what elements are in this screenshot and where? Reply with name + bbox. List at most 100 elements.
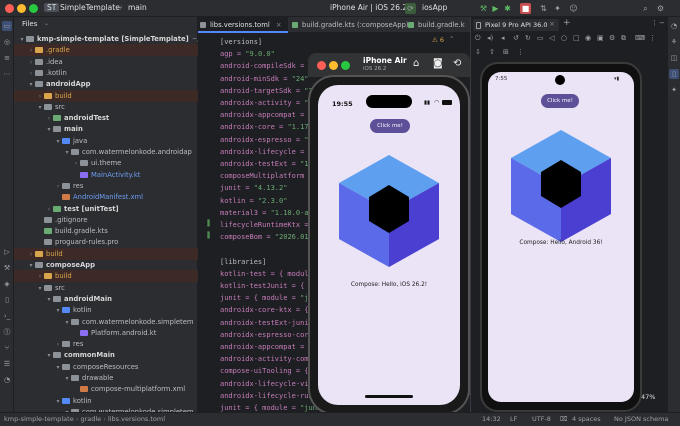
- tab-build-gradle[interactable]: build.gradle.k: [406, 17, 470, 33]
- sim-minimize-button[interactable]: [329, 61, 338, 70]
- tree-item[interactable]: ▾ androidApp: [14, 78, 198, 90]
- tree-item[interactable]: ▾com.watermelonkode.simpletem: [14, 316, 198, 328]
- code-line[interactable]: agp = "9.0.0": [220, 48, 275, 60]
- rotate-left-icon[interactable]: ↺: [513, 34, 519, 42]
- tree-item[interactable]: ▾ main: [14, 123, 198, 135]
- tree-item[interactable]: ▾ java: [14, 135, 198, 147]
- tree-item[interactable]: › .gradle: [14, 44, 198, 57]
- tree-item[interactable]: ▾ composeApp: [14, 259, 198, 271]
- structure-icon[interactable]: ≡: [2, 53, 12, 63]
- back-icon[interactable]: ◁: [549, 34, 554, 42]
- terminal-icon[interactable]: ›_: [2, 311, 12, 321]
- tree-item[interactable]: AndroidManifest.xml: [14, 191, 198, 203]
- users-icon[interactable]: ☺: [568, 3, 579, 14]
- tree-item[interactable]: › .idea: [14, 56, 198, 68]
- tree-item[interactable]: › build: [14, 247, 198, 260]
- tab-libs-versions[interactable]: libs.versions.toml ×: [198, 17, 288, 33]
- tree-item[interactable]: build.gradle.kts: [14, 225, 198, 237]
- chevron-down-icon[interactable]: ⌄: [44, 20, 49, 27]
- lock-icon[interactable]: ⌧: [560, 413, 568, 426]
- record-icon[interactable]: ▣: [597, 34, 604, 42]
- rotate-icon[interactable]: ⟲: [453, 58, 461, 69]
- settings-icon[interactable]: ⚙: [609, 34, 615, 42]
- pixel-screen[interactable]: 7:55 ▾▮ Click me! Compose: Hello, Androi…: [488, 72, 634, 402]
- keyboard-icon[interactable]: ⌨: [635, 34, 645, 42]
- sim-zoom-button[interactable]: [341, 61, 350, 70]
- tree-item[interactable]: ▾ kotlin: [14, 304, 198, 316]
- database-icon[interactable]: ◫: [669, 53, 679, 63]
- more-tools-icon[interactable]: ⋯: [2, 69, 12, 79]
- run-config-selector[interactable]: iosApp: [422, 3, 447, 12]
- close-icon[interactable]: ×: [276, 21, 282, 29]
- chevron-up-icon[interactable]: ⌃: [449, 35, 454, 43]
- ai-icon[interactable]: ✦: [669, 85, 679, 95]
- home-icon[interactable]: ⌂: [413, 58, 419, 69]
- overview-icon[interactable]: □: [573, 34, 580, 42]
- tree-item[interactable]: ▾ composeResources: [14, 361, 198, 373]
- volume-up-icon[interactable]: ◂): [487, 34, 493, 42]
- tree-item[interactable]: ▾ commonMain: [14, 349, 198, 361]
- stop-icon[interactable]: ■: [520, 3, 531, 14]
- folder-icon[interactable]: ▭: [2, 21, 12, 31]
- iphone-screen[interactable]: 19:55 ▮▮ ◠ Click me! Compose: Hello, iOS…: [318, 85, 460, 405]
- tree-item[interactable]: › test [unitTest]: [14, 203, 198, 215]
- commit-icon[interactable]: ◎: [2, 37, 12, 47]
- gradle-icon[interactable]: ⚘: [669, 37, 679, 47]
- tree-item[interactable]: ▾ src: [14, 282, 198, 294]
- run-icon[interactable]: ▶: [490, 3, 501, 14]
- tree-item[interactable]: ▾ src: [14, 101, 198, 113]
- close-window-button[interactable]: [5, 4, 14, 13]
- fold-icon[interactable]: ▭: [537, 34, 544, 42]
- camera-icon[interactable]: ◉: [585, 34, 591, 42]
- device-tab-pixel[interactable]: Pixel 9 Pro API 36.0: [473, 19, 559, 31]
- click-me-button[interactable]: Click me!: [370, 119, 410, 133]
- tree-item[interactable]: › .kotlin: [14, 67, 198, 79]
- volume-down-icon[interactable]: ◂: [501, 34, 505, 42]
- branch-switcher[interactable]: main: [128, 3, 147, 12]
- code-line[interactable]: android-minSdk = "24": [220, 73, 309, 85]
- logcat-icon[interactable]: ☰: [2, 359, 12, 369]
- minimize-window-button[interactable]: [17, 4, 26, 13]
- tree-item[interactable]: ▾ drawable: [14, 372, 198, 384]
- tree-item[interactable]: › build: [14, 270, 198, 283]
- notifications-icon[interactable]: ◔: [2, 375, 12, 385]
- screenshot-icon[interactable]: ◙: [433, 58, 443, 69]
- import-icon[interactable]: ⇩: [475, 48, 481, 56]
- code-line[interactable]: androidx-core = "1.17.0": [220, 121, 321, 133]
- add-device-icon[interactable]: +: [563, 18, 571, 28]
- code-line[interactable]: android-targetSdk = "36": [220, 85, 321, 97]
- code-line[interactable]: kotlin = "2.3.0": [220, 195, 287, 207]
- run-tool-icon[interactable]: ▷: [2, 247, 12, 257]
- hammer-icon[interactable]: ⚒: [478, 3, 489, 14]
- tree-item[interactable]: › androidTest: [14, 112, 198, 124]
- breadcrumb-item[interactable]: kmp-simple-template: [4, 415, 74, 423]
- notifications-bell-icon[interactable]: ◔: [669, 21, 679, 31]
- more-options-icon[interactable]: ⋮: [517, 48, 524, 56]
- breadcrumb-item[interactable]: gradle: [80, 415, 101, 423]
- tree-item[interactable]: ▾ androidMain: [14, 293, 198, 305]
- vcs-icon[interactable]: ⑂: [2, 343, 12, 353]
- caret-position[interactable]: 14:32: [482, 413, 501, 426]
- home-indicator[interactable]: [365, 395, 413, 398]
- mirror-icon[interactable]: ⧉: [621, 34, 626, 43]
- running-devices-icon[interactable]: ▯: [669, 69, 679, 79]
- code-line[interactable]: junit = "4.13.2": [220, 182, 287, 194]
- rotate-right-icon[interactable]: ↻: [525, 34, 531, 42]
- minimize-icon[interactable]: −: [659, 19, 665, 27]
- tree-item[interactable]: › res: [14, 180, 198, 192]
- home-circle-icon[interactable]: ○: [561, 34, 567, 42]
- tree-item[interactable]: › ui.theme: [14, 157, 198, 169]
- tree-item[interactable]: .gitignore: [14, 214, 198, 226]
- tree-item[interactable]: MainActivity.kt: [14, 169, 198, 181]
- search-icon[interactable]: ⌕: [640, 3, 651, 14]
- sync-icon[interactable]: ⇅: [538, 3, 549, 14]
- tree-item[interactable]: › build: [14, 89, 198, 102]
- code-line[interactable]: [libraries]: [220, 256, 266, 268]
- tree-item[interactable]: Platform.android.kt: [14, 327, 198, 339]
- export-icon[interactable]: ⇧: [489, 48, 495, 56]
- line-separator[interactable]: LF: [510, 413, 517, 426]
- debug-icon[interactable]: ✱: [502, 3, 513, 14]
- layout-icon[interactable]: ⊞: [503, 48, 509, 56]
- project-switcher[interactable]: SimpleTemplate: [60, 3, 120, 12]
- breadcrumb-item[interactable]: libs.versions.toml: [108, 415, 165, 423]
